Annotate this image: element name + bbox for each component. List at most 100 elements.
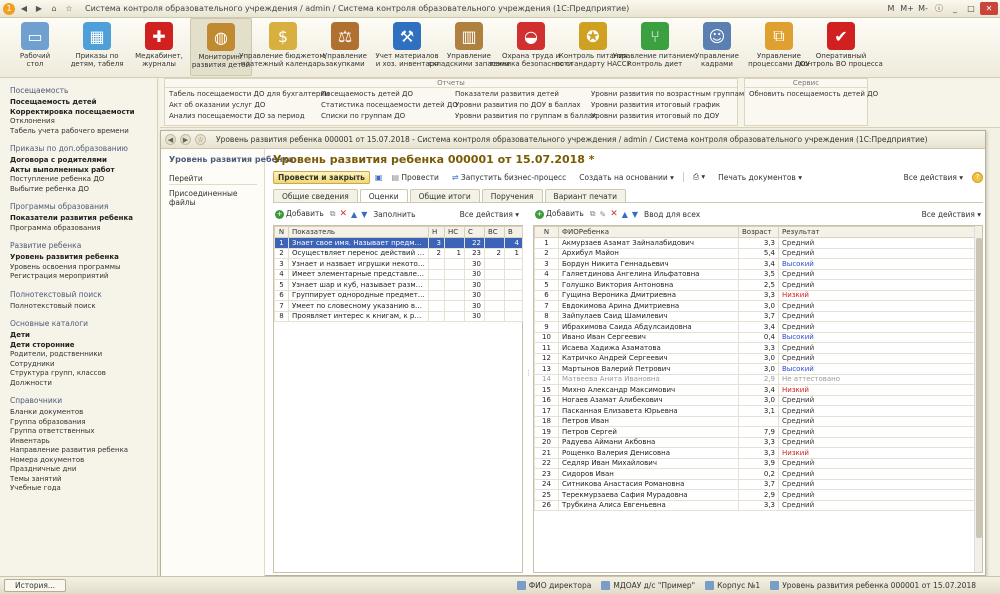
table-cell[interactable] (484, 258, 505, 270)
table-row[interactable]: 26 Трубкина Алиса Евгеньевна 3,3 Средний (534, 499, 975, 511)
table-cell[interactable]: 2 (484, 247, 505, 259)
report-link[interactable]: Посещаемость детей ДО (321, 90, 458, 99)
star-icon[interactable]: ☆ (63, 3, 75, 15)
edit-icon[interactable]: ✎ (599, 210, 606, 219)
table-cell[interactable]: 3,9 (738, 457, 779, 469)
table-row[interactable]: 5 Голушко Виктория Антоновна 2,5 Средний (534, 279, 975, 291)
table-cell[interactable] (428, 289, 445, 301)
table-row[interactable]: 7 Евдокимова Арина Дмитриевна 3,0 Средний (534, 300, 975, 312)
table-row[interactable]: 2 Архибул Майон 5,4 Средний (534, 247, 975, 259)
toolbar-section-12[interactable]: ☺ Управление кадрами (686, 18, 748, 76)
nav-item[interactable]: Уровень развития ребенка (10, 253, 157, 263)
table-cell[interactable]: 3,0 (738, 352, 779, 364)
table-cell[interactable]: Узнает шар и куб, называет размер ... (288, 279, 429, 291)
table-cell[interactable]: Исаева Хадижа Азаматова (558, 342, 739, 354)
table-cell[interactable]: Низкий (778, 384, 975, 396)
table-row[interactable]: 7 Умеет по словесному указанию взр... 30 (274, 300, 523, 312)
table-cell[interactable]: Трубкина Алиса Евгеньевна (558, 499, 739, 511)
print-icon[interactable]: ⎙ ▾ (689, 171, 709, 183)
nav-item[interactable]: Акты выполненных работ (10, 166, 157, 176)
table-cell[interactable]: 3,0 (738, 394, 779, 406)
minimize-button[interactable]: _ (948, 2, 962, 15)
report-link[interactable]: Акт об оказании услуг ДО (169, 101, 329, 110)
report-link[interactable]: Табель посещаемости ДО для бухгалтерии (169, 90, 329, 99)
nav-item[interactable]: Дети (10, 331, 157, 341)
table-cell[interactable]: Средний (778, 321, 975, 333)
toolbar-section-9[interactable]: ◒ Охрана труда и техника безопасности (489, 18, 573, 76)
move-down-icon[interactable]: ▼ (632, 210, 638, 219)
table-cell[interactable]: Петров Сергей (558, 426, 739, 438)
tab-1[interactable]: Общие сведения (273, 189, 358, 203)
help-icon[interactable]: ? (972, 171, 983, 183)
table-row[interactable]: 4 Галяетдинова Ангелина Ильфатовна 3,5 Сред… (534, 268, 975, 280)
column-header[interactable]: Н (428, 226, 445, 238)
table-cell[interactable]: Ивано Иван Сергеевич (558, 331, 739, 343)
copy-icon[interactable]: ⧉ (590, 209, 596, 219)
table-cell[interactable] (444, 289, 465, 301)
table-cell[interactable]: Мартынов Валерий Петрович (558, 363, 739, 375)
table-cell[interactable]: 3,0 (738, 300, 779, 312)
back-icon[interactable]: ◀ (18, 3, 30, 15)
print-documents-button[interactable]: Печать документов ▾ (714, 172, 806, 183)
table-cell[interactable] (428, 279, 445, 291)
table-row[interactable]: 11 Исаева Хадижа Азаматова 3,3 Средний (534, 342, 975, 354)
status-building[interactable]: Корпус №1 (705, 581, 760, 590)
table-cell[interactable]: Матвеева Анита Ивановна (558, 373, 739, 385)
nav-item[interactable]: Группа образования (10, 418, 157, 428)
table-row[interactable]: 19 Петров Сергей 7,9 Средний (534, 426, 975, 438)
tab-5[interactable]: Вариант печати (544, 189, 626, 203)
history-button[interactable]: История... (4, 579, 66, 592)
toolbar-section-1[interactable]: ▭ Рабочий стол (4, 18, 66, 76)
table-cell[interactable]: Галяетдинова Ангелина Ильфатовна (558, 268, 739, 280)
toolbar-section-6[interactable]: ⚖ Управление закупками (314, 18, 376, 76)
table-cell[interactable] (444, 237, 465, 249)
table-row[interactable]: 3 Узнает и назвает игрушки некоторы... 30 (274, 258, 523, 270)
table-cell[interactable]: Терекмурзаева Сафия Мурадовна (558, 489, 739, 501)
table-cell[interactable]: 5,4 (738, 247, 779, 259)
table-cell[interactable]: Проявляет интерес к книгам, к расс... (288, 310, 429, 322)
table-cell[interactable]: Средний (778, 426, 975, 438)
table-cell[interactable] (504, 258, 523, 270)
table-cell[interactable] (484, 300, 505, 312)
table-cell[interactable]: Акмурзаев Азамат Зайналабидович (558, 237, 739, 249)
nav-item[interactable]: Поступление ребенка ДО (10, 175, 157, 185)
table-cell[interactable]: Средний (778, 237, 975, 249)
indicators-all-actions-button[interactable]: Все действия ▾ (458, 210, 521, 219)
table-cell[interactable]: 3 (428, 237, 445, 249)
table-cell[interactable]: 3,3 (738, 447, 779, 459)
children-all-actions-button[interactable]: Все действия ▾ (920, 210, 983, 219)
table-cell[interactable] (504, 268, 523, 280)
nav-item[interactable]: Выбытие ребенка ДО (10, 185, 157, 195)
table-row[interactable]: 10 Ивано Иван Сергеевич 0,4 Высокий (534, 331, 975, 343)
nav-item[interactable]: Уровень освоения программы (10, 263, 157, 273)
table-cell[interactable]: Низкий (778, 447, 975, 459)
table-cell[interactable]: 7,9 (738, 426, 779, 438)
nav-item[interactable]: Посещаемость детей (10, 98, 157, 108)
table-row[interactable]: 3 Бордун Никита Геннадьевич 3,4 Высокий (534, 258, 975, 270)
table-cell[interactable]: Средний (778, 499, 975, 511)
nav-item[interactable]: Направление развития ребенка (10, 446, 157, 456)
tab-2[interactable]: Оценки (359, 189, 408, 203)
delete-icon[interactable]: ✕ (610, 209, 618, 219)
table-cell[interactable]: Средний (778, 405, 975, 417)
table-row[interactable]: 14 Матвеева Анита Ивановна 2,9 Не аттестова… (534, 373, 975, 385)
star-icon[interactable]: ☆ (195, 134, 206, 145)
report-link[interactable]: Уровни развития по возрастным группам (591, 90, 744, 99)
nav-item[interactable]: Родители, родственники (10, 350, 157, 360)
table-cell[interactable]: Умеет по словесному указанию взр... (288, 300, 429, 312)
table-row[interactable]: 2 Осуществляет перенос действий с о... 2 1 2… (274, 247, 523, 259)
nav-item[interactable]: Темы занятий (10, 475, 157, 485)
home-icon[interactable]: ⌂ (48, 3, 60, 15)
nav-item[interactable]: Показатели развития ребенка (10, 214, 157, 224)
table-cell[interactable] (484, 268, 505, 280)
memory-minus-button[interactable]: M- (916, 2, 930, 15)
input-for-all-button[interactable]: Ввод для всех (642, 210, 702, 219)
nav-item[interactable]: Структура групп, классов (10, 369, 157, 379)
nav-item[interactable]: Табель учета рабочего времени (10, 127, 157, 137)
table-row[interactable]: 15 Михно Александр Максимович 3,4 Низкий (534, 384, 975, 396)
table-row[interactable]: 22 Седляр Иван Михайлович 3,9 Средний (534, 457, 975, 469)
table-cell[interactable] (444, 300, 465, 312)
table-cell[interactable]: 3,3 (738, 289, 779, 301)
column-header[interactable]: Результат (778, 226, 975, 238)
table-cell[interactable]: 4 (504, 237, 523, 249)
